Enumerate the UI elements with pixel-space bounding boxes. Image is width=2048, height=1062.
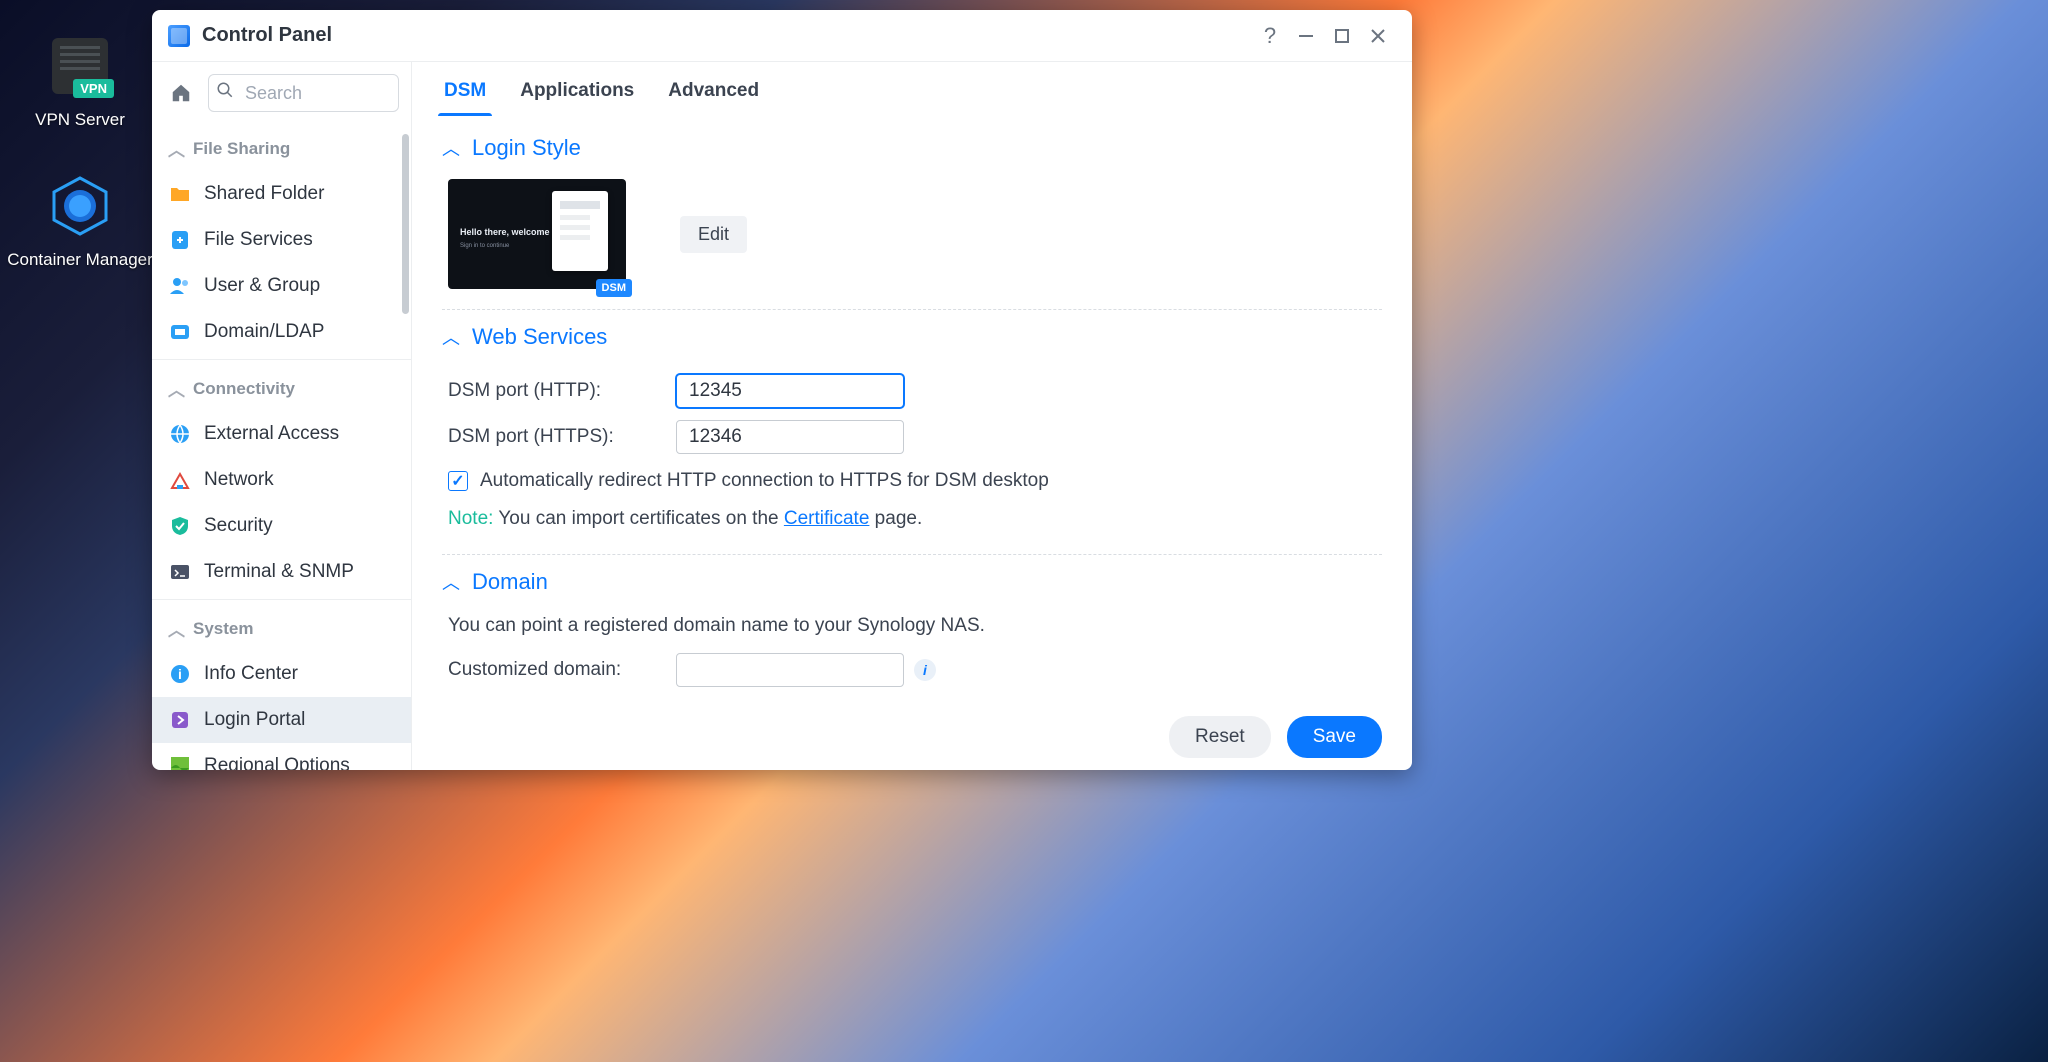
shield-icon: [168, 514, 192, 538]
chevron-up-icon: ︿: [442, 569, 460, 595]
section-header-web-services[interactable]: ︿ Web Services: [442, 324, 1382, 350]
chevron-up-icon: ︿: [442, 324, 460, 350]
regional-icon: [168, 754, 192, 770]
section-header-login-style[interactable]: ︿ Login Style: [442, 135, 1382, 161]
domain-info-icon[interactable]: i: [914, 659, 936, 681]
section-web-services: ︿ Web Services DSM port (HTTP): DSM port…: [442, 310, 1382, 555]
section-header-domain[interactable]: ︿ Domain: [442, 569, 1382, 595]
http-port-input[interactable]: [676, 374, 904, 408]
sidebar: ︿ File Sharing Shared Folder File Servic…: [152, 62, 412, 770]
desktop-icon-label: Container Manager: [7, 250, 153, 270]
domain-description: You can point a registered domain name t…: [448, 613, 1376, 647]
sidebar-item-file-services[interactable]: File Services: [152, 217, 411, 263]
sidebar-item-label: Terminal & SNMP: [204, 561, 354, 583]
section-domain: ︿ Domain You can point a registered doma…: [442, 555, 1382, 704]
sidebar-item-label: Login Portal: [204, 709, 305, 731]
customized-domain-label: Customized domain:: [448, 659, 676, 681]
sidebar-item-terminal-snmp[interactable]: Terminal & SNMP: [152, 549, 411, 595]
tab-advanced[interactable]: Advanced: [666, 72, 761, 116]
file-services-icon: [168, 228, 192, 252]
control-panel-window: Control Panel ?: [152, 10, 1412, 770]
chevron-up-icon: ︿: [442, 135, 460, 161]
window-title: Control Panel: [202, 24, 332, 47]
redirect-https-checkbox[interactable]: [448, 471, 468, 491]
section-login-style: ︿ Login Style Hello there, welcome Sign …: [442, 121, 1382, 310]
sidebar-item-label: External Access: [204, 423, 339, 445]
sidebar-item-label: Network: [204, 469, 274, 491]
sidebar-item-security[interactable]: Security: [152, 503, 411, 549]
chevron-up-icon: ︿: [168, 616, 185, 641]
home-button[interactable]: [164, 76, 198, 110]
save-button[interactable]: Save: [1287, 716, 1382, 758]
folder-icon: [168, 182, 192, 206]
edit-login-style-button[interactable]: Edit: [680, 216, 747, 253]
sidebar-item-label: Regional Options: [204, 755, 350, 770]
reset-button[interactable]: Reset: [1169, 716, 1271, 758]
footer: Reset Save: [412, 704, 1412, 770]
search-icon: [216, 81, 234, 105]
control-panel-icon: [168, 25, 190, 47]
maximize-button[interactable]: [1324, 18, 1360, 54]
user-group-icon: [168, 274, 192, 298]
certificate-link[interactable]: Certificate: [784, 508, 870, 529]
sidebar-item-label: Domain/LDAP: [204, 321, 324, 343]
https-port-input[interactable]: [676, 420, 904, 454]
sidebar-group-file-sharing[interactable]: ︿ File Sharing: [152, 124, 411, 171]
sidebar-item-login-portal[interactable]: Login Portal: [152, 697, 411, 743]
http-port-label: DSM port (HTTP):: [448, 380, 676, 402]
terminal-icon: [168, 560, 192, 584]
search-field: [208, 74, 399, 112]
sidebar-item-shared-folder[interactable]: Shared Folder: [152, 171, 411, 217]
help-button[interactable]: ?: [1252, 18, 1288, 54]
sidebar-item-info-center[interactable]: i Info Center: [152, 651, 411, 697]
sidebar-item-domain-ldap[interactable]: Domain/LDAP: [152, 309, 411, 355]
tab-dsm[interactable]: DSM: [442, 72, 488, 116]
svg-text:i: i: [178, 666, 182, 682]
sidebar-scrollbar[interactable]: [402, 134, 409, 314]
chevron-up-icon: ︿: [168, 376, 185, 401]
https-port-label: DSM port (HTTPS):: [448, 426, 676, 448]
section-title: Web Services: [472, 324, 607, 350]
sidebar-item-external-access[interactable]: External Access: [152, 411, 411, 457]
sidebar-item-user-group[interactable]: User & Group: [152, 263, 411, 309]
tabs: DSM Applications Advanced: [412, 62, 1412, 117]
titlebar: Control Panel ?: [152, 10, 1412, 62]
sidebar-item-label: User & Group: [204, 275, 320, 297]
redirect-https-label: Automatically redirect HTTP connection t…: [480, 470, 1049, 492]
vpn-server-icon: VPN: [44, 30, 116, 102]
sidebar-item-label: File Services: [204, 229, 313, 251]
sidebar-item-label: Info Center: [204, 663, 298, 685]
main-panel: DSM Applications Advanced ︿ Login Style: [412, 62, 1412, 770]
desktop-icon-container-manager[interactable]: Container Manager: [10, 170, 150, 270]
info-icon: i: [168, 662, 192, 686]
desktop-icons: VPN VPN Server Container Manager: [10, 30, 150, 310]
desktop-icon-label: VPN Server: [35, 110, 125, 130]
desktop-icon-vpn-server[interactable]: VPN VPN Server: [10, 30, 150, 130]
dsm-badge: DSM: [596, 279, 632, 297]
globe-icon: [168, 422, 192, 446]
sidebar-group-system[interactable]: ︿ System: [152, 604, 411, 651]
sidebar-item-network[interactable]: Network: [152, 457, 411, 503]
home-icon: [170, 82, 192, 104]
login-style-preview[interactable]: Hello there, welcome Sign in to continue…: [448, 179, 626, 289]
sidebar-item-label: Security: [204, 515, 273, 537]
search-input[interactable]: [208, 74, 399, 112]
container-manager-icon: [44, 170, 116, 242]
section-title: Login Style: [472, 135, 581, 161]
sidebar-item-label: Shared Folder: [204, 183, 324, 205]
minimize-button[interactable]: [1288, 18, 1324, 54]
tab-applications[interactable]: Applications: [518, 72, 636, 116]
chevron-up-icon: ︿: [168, 136, 185, 161]
certificate-note: Note: You can import certificates on the…: [448, 498, 1376, 534]
section-title: Domain: [472, 569, 548, 595]
sidebar-item-regional-options[interactable]: Regional Options: [152, 743, 411, 770]
login-portal-icon: [168, 708, 192, 732]
network-icon: [168, 468, 192, 492]
sidebar-group-connectivity[interactable]: ︿ Connectivity: [152, 364, 411, 411]
domain-ldap-icon: [168, 320, 192, 344]
customized-domain-input[interactable]: [676, 653, 904, 687]
close-button[interactable]: [1360, 18, 1396, 54]
